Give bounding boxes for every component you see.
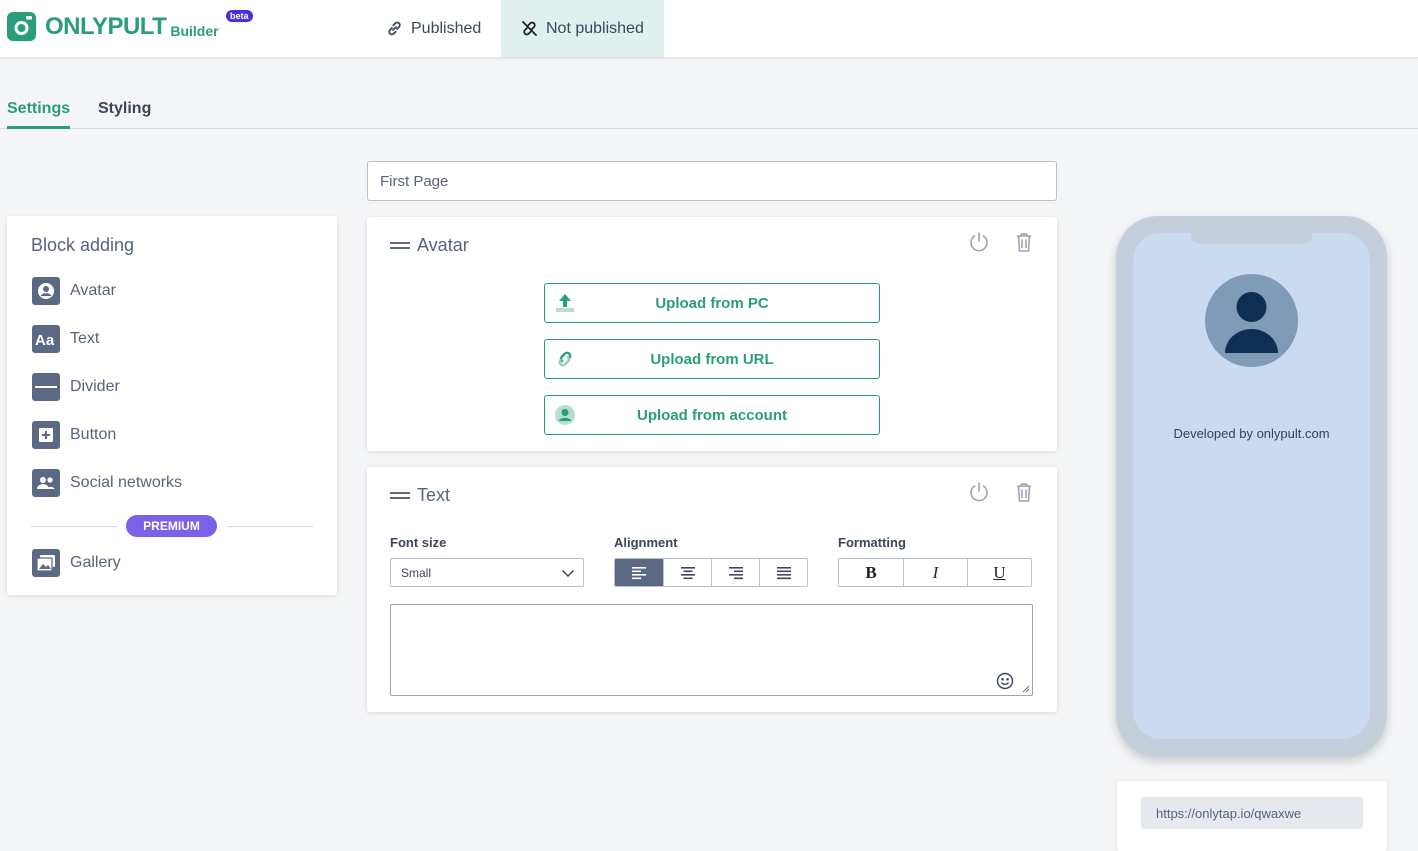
bold-button[interactable]: B [839, 559, 903, 586]
text-block-actions [945, 481, 1035, 503]
public-url-field[interactable]: https://onlytap.io/qwaxwe [1141, 797, 1363, 829]
text-icon: Aa [32, 325, 60, 353]
button-icon [32, 421, 60, 449]
divider-icon [32, 373, 60, 401]
upload-from-url-button[interactable]: Upload from URL [544, 339, 880, 379]
premium-badge: PREMIUM [126, 515, 217, 537]
upload-from-url-label: Upload from URL [650, 350, 774, 368]
people-icon [32, 469, 60, 497]
avatar-block-card: Avatar Upload from PC Upload from URL Up… [367, 217, 1057, 451]
developed-by-text: Developed by onlypult.com [1173, 426, 1330, 441]
alignment-label: Alignment [614, 535, 678, 550]
brand-name: ONLYPULT [45, 13, 167, 40]
preview-avatar [1205, 274, 1298, 367]
block-item-divider[interactable]: Divider [32, 373, 120, 401]
camera-logo-icon [7, 12, 36, 41]
resize-handle-icon[interactable] [1021, 684, 1030, 693]
avatar-block-title: Avatar [417, 235, 469, 255]
avatar-block-actions [945, 231, 1035, 253]
avatar-block-header: Avatar [390, 235, 469, 256]
italic-button[interactable]: I [903, 559, 967, 586]
premium-line-left [31, 526, 117, 527]
block-adding-panel: Block adding Avatar Aa Text Divider Butt… [7, 216, 337, 595]
upload-icon [556, 294, 574, 312]
block-item-text[interactable]: Aa Text [32, 325, 99, 353]
block-item-label: Avatar [70, 282, 116, 299]
upload-from-account-button[interactable]: Upload from account [544, 395, 880, 435]
formatting-group: B I U [838, 558, 1032, 587]
page-name-input[interactable] [367, 161, 1057, 201]
block-item-label: Text [70, 330, 100, 347]
block-item-button[interactable]: Button [32, 421, 116, 449]
trash-icon[interactable] [1013, 481, 1035, 503]
gallery-icon [32, 549, 60, 577]
text-block-card: Text Font size Alignment Formatting Smal… [367, 467, 1057, 712]
upload-from-account-label: Upload from account [636, 406, 787, 424]
block-item-avatar[interactable]: Avatar [32, 277, 116, 305]
upload-from-pc-button[interactable]: Upload from PC [544, 283, 880, 323]
font-size-select[interactable]: Small [390, 558, 584, 587]
avatar-icon [32, 277, 60, 305]
tab-styling[interactable]: Styling [98, 100, 151, 126]
formatting-label: Formatting [838, 535, 906, 550]
trash-icon[interactable] [1013, 231, 1035, 253]
font-size-value: Small [401, 565, 432, 580]
align-right-button[interactable] [711, 559, 759, 586]
unlink-icon [522, 21, 537, 36]
block-item-label: Gallery [70, 554, 121, 571]
font-size-label: Font size [390, 535, 447, 550]
underline-button[interactable]: U [967, 559, 1031, 586]
tab-settings[interactable]: Settings [7, 100, 71, 129]
account-icon [555, 405, 575, 425]
power-icon[interactable] [968, 231, 990, 253]
text-block-title: Text [417, 485, 451, 505]
premium-divider: PREMIUM [31, 515, 313, 537]
text-block-header: Text [390, 485, 450, 506]
emoji-icon[interactable] [996, 672, 1014, 690]
block-item-label: Divider [70, 378, 120, 395]
svg-text:Aa: Aa [35, 332, 55, 347]
premium-line-right [227, 526, 313, 527]
align-right-icon [728, 566, 743, 579]
align-left-button[interactable] [615, 559, 663, 586]
align-justify-icon [776, 566, 791, 579]
block-item-label: Button [70, 426, 117, 443]
link-icon [388, 21, 401, 36]
public-url-panel: https://onlytap.io/qwaxwe [1117, 781, 1387, 851]
brand-logo[interactable]: ONLYPULT Builder beta [7, 10, 253, 41]
top-header: ONLYPULT Builder beta Published Not publ… [0, 0, 1418, 58]
block-item-social-networks[interactable]: Social networks [32, 469, 182, 497]
phone-screen: Developed by onlypult.com [1133, 233, 1370, 739]
power-icon[interactable] [968, 481, 990, 503]
link-icon [558, 351, 572, 367]
phone-preview: Developed by onlypult.com [1116, 216, 1387, 757]
drag-handle-icon[interactable] [390, 490, 410, 502]
block-item-gallery[interactable]: Gallery [32, 549, 121, 577]
block-adding-title: Block adding [31, 235, 135, 255]
settings-tab-bar: Settings Styling [0, 92, 1418, 129]
align-center-button[interactable] [663, 559, 711, 586]
brand-sub: Builder [170, 23, 219, 39]
text-content-input[interactable] [390, 604, 1033, 696]
block-item-label: Social networks [70, 474, 183, 491]
chevron-down-icon [561, 569, 575, 578]
beta-badge: beta [226, 10, 253, 22]
upload-from-pc-label: Upload from PC [655, 294, 769, 312]
drag-handle-icon[interactable] [390, 240, 410, 252]
alignment-group [614, 558, 808, 587]
tab-not-published-label: Not published [546, 19, 644, 37]
align-center-icon [680, 566, 695, 579]
user-silhouette-icon [1225, 292, 1278, 353]
align-justify-button[interactable] [759, 559, 807, 586]
tab-published[interactable]: Published [366, 0, 501, 57]
tab-not-published[interactable]: Not published [501, 0, 664, 57]
tab-published-label: Published [411, 19, 482, 37]
phone-notch [1191, 233, 1312, 244]
align-left-icon [632, 566, 646, 579]
